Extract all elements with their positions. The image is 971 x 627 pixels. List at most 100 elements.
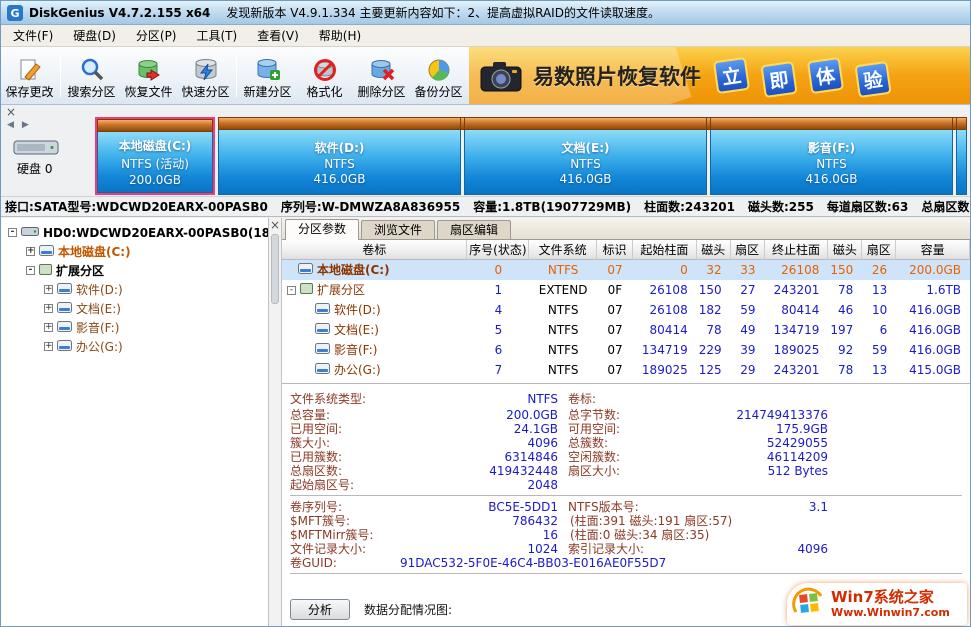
extended-partition-container: 软件(D:) NTFS 416.0GB 文档(E:) NTFS 416.0GB — [218, 117, 967, 195]
cell-start-cylinder: 26108 — [633, 280, 697, 300]
partition-block-d[interactable]: 软件(D:) NTFS 416.0GB — [218, 117, 461, 195]
cell-volume-label: 本地磁盘(C:) — [317, 260, 390, 280]
expand-icon[interactable]: + — [26, 247, 35, 256]
th-start-sector[interactable]: 扇区 — [731, 240, 765, 259]
menu-disk[interactable]: 硬盘(D) — [63, 24, 126, 47]
analyze-button[interactable]: 分析 — [290, 599, 350, 620]
toolbar-button-label: 保存更改 — [5, 86, 53, 98]
close-panel-icon[interactable]: × — [6, 106, 16, 118]
th-seq-status[interactable]: 序号(状态) — [467, 240, 529, 259]
ad-title: 易数照片恢复软件 — [533, 61, 701, 91]
table-row-c[interactable]: 本地磁盘(C:) 0 NTFS 07 0 32 33 26108 150 26 … — [282, 260, 970, 280]
backup-partition-button[interactable]: 备份分区 — [410, 47, 467, 104]
cell-id: 07 — [597, 340, 633, 360]
partition-block-e[interactable]: 文档(E:) NTFS 416.0GB — [464, 117, 707, 195]
cell-seq: 6 — [467, 340, 529, 360]
recover-files-button[interactable]: 恢复文件 — [120, 47, 177, 104]
drive-icon — [315, 360, 330, 380]
th-volume-label[interactable]: 卷标 — [282, 240, 467, 259]
tree-item-drive-g[interactable]: + 办公(G:) — [1, 337, 268, 356]
tree-item-local-disk-c[interactable]: + 本地磁盘(C:) — [1, 242, 268, 261]
close-tree-icon[interactable]: × — [269, 218, 281, 232]
tab-sector-edit[interactable]: 扇区编辑 — [437, 220, 511, 239]
menu-view[interactable]: 查看(V) — [247, 24, 309, 47]
cell-id: 0F — [597, 280, 633, 300]
cell-id: 07 — [597, 300, 633, 320]
tab-partition-params[interactable]: 分区参数 — [285, 219, 359, 240]
menu-partition[interactable]: 分区(P) — [126, 24, 187, 47]
collapse-icon[interactable]: - — [26, 266, 35, 275]
partition-tree: - HD0:WDCWD20EARX-00PASB0(1863GB) + 本地磁盘… — [1, 218, 269, 626]
scrollbar-thumb[interactable] — [271, 234, 279, 304]
th-end-sector[interactable]: 扇区 — [862, 240, 896, 259]
th-end-cylinder[interactable]: 终止柱面 — [765, 240, 829, 259]
partition-block-g-partial[interactable] — [956, 117, 967, 195]
next-disk-icon[interactable]: ▶ — [22, 120, 29, 130]
cell-capacity: 200.0GB — [896, 260, 970, 280]
quick-partition-button[interactable]: 快速分区 — [177, 47, 234, 104]
partition-block-c[interactable]: 本地磁盘(C:) NTFS (活动) 200.0GB — [95, 117, 215, 195]
tree-item-drive-f[interactable]: + 影音(F:) — [1, 318, 268, 337]
expand-icon[interactable]: + — [44, 342, 53, 351]
menu-file[interactable]: 文件(F) — [3, 24, 63, 47]
th-filesystem[interactable]: 文件系统 — [529, 240, 597, 259]
partition-block-f[interactable]: 影音(F:) NTFS 416.0GB — [710, 117, 953, 195]
disk-serial: 序列号:W-DMWZA8A836955 — [281, 198, 460, 215]
winwin7-watermark: Win7系统之家 Www.Winwin7.com — [787, 583, 967, 625]
cell-start-cylinder: 0 — [633, 260, 697, 280]
format-button[interactable]: 格式化 — [296, 47, 353, 104]
save-changes-button[interactable]: 保存更改 — [1, 47, 58, 104]
cell-end-cylinder: 26108 — [765, 260, 829, 280]
delete-partition-button[interactable]: 删除分区 — [353, 47, 410, 104]
ad-cta-char[interactable]: 立 — [713, 57, 750, 94]
collapse-icon[interactable]: - — [8, 228, 17, 237]
menu-help[interactable]: 帮助(H) — [309, 24, 371, 47]
cell-end-sector: 6 — [862, 320, 896, 340]
cell-id: 07 — [597, 360, 633, 380]
tree-item-drive-d[interactable]: + 软件(D:) — [1, 280, 268, 299]
toolbar-button-label: 恢复文件 — [124, 86, 172, 98]
tree-item-drive-e[interactable]: + 文档(E:) — [1, 299, 268, 318]
disk-label[interactable]: 硬盘 0 — [17, 160, 52, 177]
cell-capacity: 415.0GB — [896, 360, 970, 380]
ad-banner[interactable]: 易数照片恢复软件 立 即 体 验 — [469, 47, 970, 104]
ad-cta-char[interactable]: 体 — [807, 57, 844, 94]
cell-end-head: 46 — [828, 300, 862, 320]
toolbar-button-label: 删除分区 — [357, 86, 405, 98]
th-start-head[interactable]: 磁头 — [697, 240, 731, 259]
th-start-cylinder[interactable]: 起始柱面 — [633, 240, 697, 259]
table-row-extended[interactable]: - 扩展分区 1 EXTEND 0F 26108 150 27 243201 7… — [282, 280, 970, 300]
table-row-g[interactable]: 办公(G:) 7 NTFS 07 189025 125 29 243201 78… — [282, 360, 970, 380]
tree-item-hd0[interactable]: - HD0:WDCWD20EARX-00PASB0(1863GB) — [1, 223, 268, 242]
disk-cylinders: 柱面数:243201 — [644, 198, 735, 215]
partition-size: 416.0GB — [806, 172, 858, 186]
cell-end-sector: 26 — [862, 260, 896, 280]
ad-cta-char[interactable]: 验 — [854, 61, 891, 98]
table-row-d[interactable]: 软件(D:) 4 NTFS 07 26108 182 59 80414 46 1… — [282, 300, 970, 320]
partition-name: 软件(D:) — [315, 139, 365, 156]
table-row-e[interactable]: 文档(E:) 5 NTFS 07 80414 78 49 134719 197 … — [282, 320, 970, 340]
table-row-f[interactable]: 影音(F:) 6 NTFS 07 134719 229 39 189025 92… — [282, 340, 970, 360]
ad-cta-char[interactable]: 即 — [760, 61, 797, 98]
tree-scrollbar[interactable]: × — [269, 218, 282, 626]
cell-start-head: 150 — [697, 280, 731, 300]
search-partition-button[interactable]: 搜索分区 — [63, 47, 120, 104]
new-partition-icon — [255, 56, 281, 84]
collapse-icon[interactable]: - — [287, 286, 296, 295]
expand-icon[interactable]: + — [44, 285, 53, 294]
tab-browse-files[interactable]: 浏览文件 — [361, 220, 435, 239]
cell-filesystem: EXTEND — [529, 280, 597, 300]
cell-end-head: 92 — [828, 340, 862, 360]
expand-icon[interactable]: + — [44, 323, 53, 332]
partition-details: 文件系统类型: NTFS 卷标: 总容量:200.0GB 总字节数:214749… — [282, 388, 970, 575]
expand-icon[interactable]: + — [44, 304, 53, 313]
th-capacity[interactable]: 容量 — [896, 240, 970, 259]
th-id[interactable]: 标识 — [597, 240, 633, 259]
extended-partition-icon — [300, 280, 313, 300]
fs-type-label: 文件系统类型: — [290, 390, 400, 407]
prev-disk-icon[interactable]: ◀ — [7, 120, 14, 130]
new-partition-button[interactable]: 新建分区 — [239, 47, 296, 104]
tree-item-extended-partition[interactable]: - 扩展分区 — [1, 261, 268, 280]
th-end-head[interactable]: 磁头 — [828, 240, 862, 259]
menu-tools[interactable]: 工具(T) — [187, 24, 248, 47]
